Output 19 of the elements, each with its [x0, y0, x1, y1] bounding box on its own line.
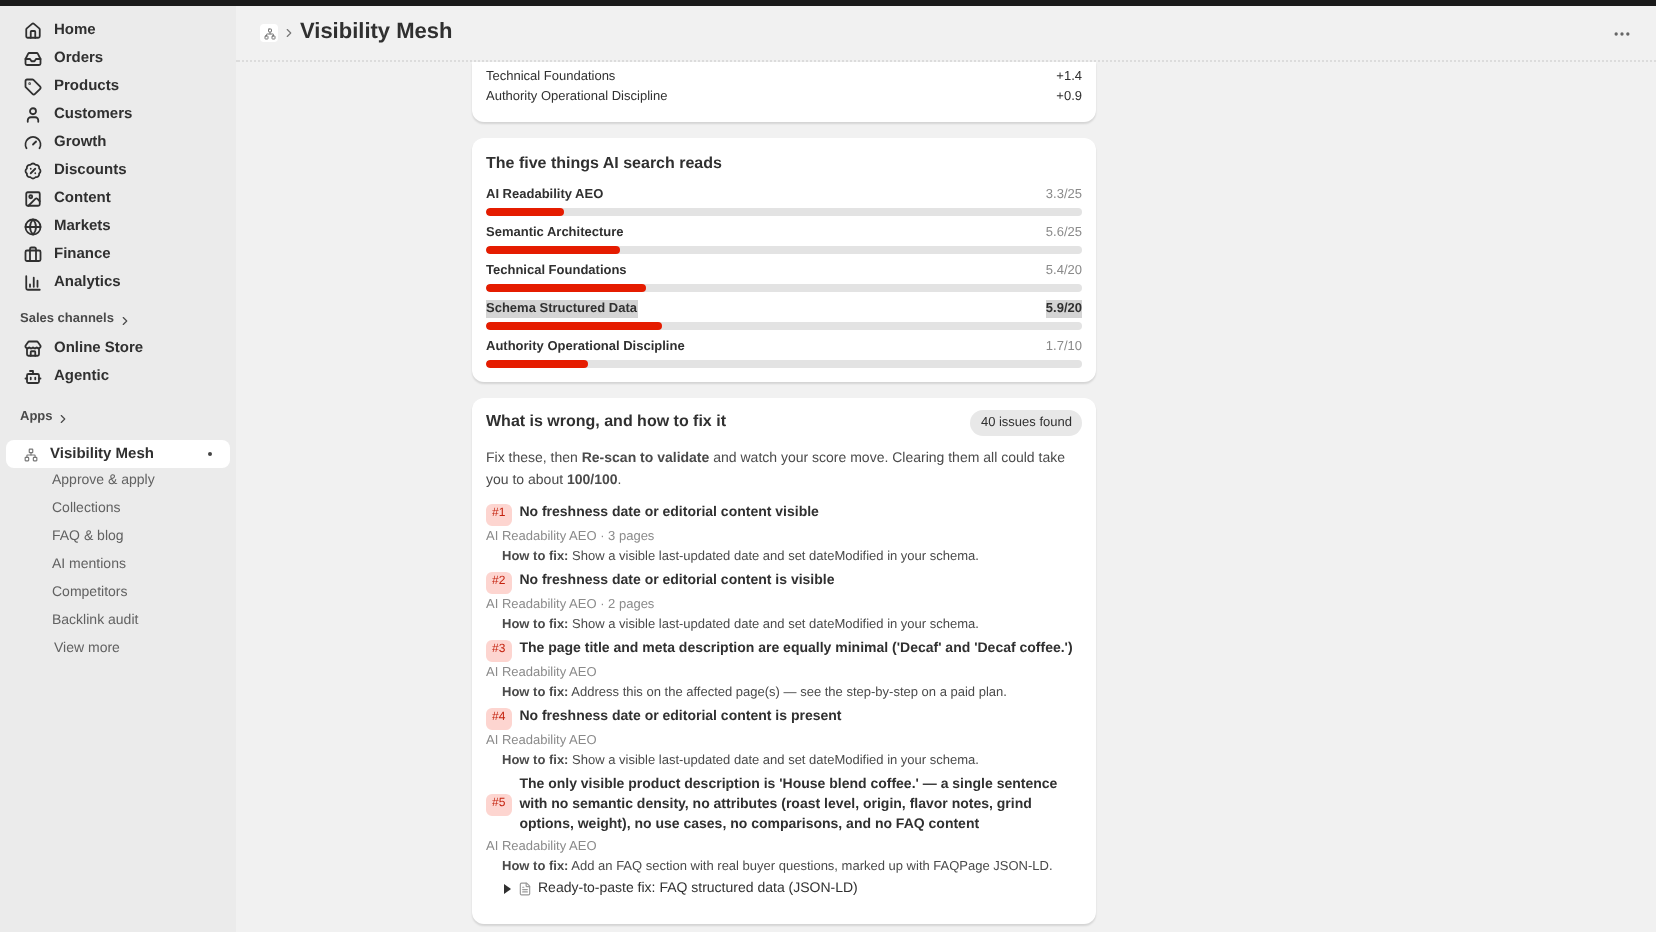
chevron-icon — [282, 26, 296, 40]
bot-icon — [24, 367, 42, 385]
percent-badge-icon — [24, 161, 42, 179]
page-title: Visibility Mesh — [300, 18, 453, 49]
store-icon — [24, 339, 42, 357]
card-title: What is wrong, and how to fix it — [486, 410, 726, 435]
document-icon — [518, 881, 532, 896]
inbox-icon — [24, 49, 42, 67]
tag-icon — [24, 77, 42, 95]
home-icon — [24, 21, 42, 39]
image-icon — [24, 189, 42, 207]
person-icon — [24, 105, 42, 123]
globe-icon — [24, 217, 42, 235]
chevron-icon — [56, 411, 71, 425]
bar-chart-icon — [24, 273, 42, 291]
card-title: The five things AI search reads — [486, 152, 724, 176]
gauge-icon — [24, 133, 42, 151]
chevron-icon — [117, 313, 132, 327]
briefcase-icon — [24, 245, 42, 263]
